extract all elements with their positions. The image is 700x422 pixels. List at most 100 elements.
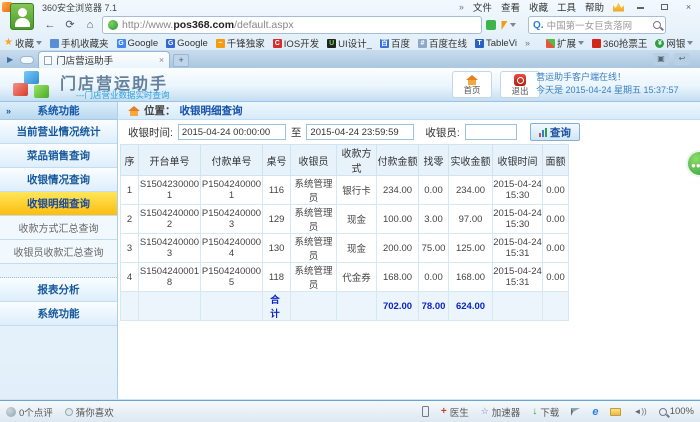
- guess-you-like-button[interactable]: 猜你喜欢: [65, 405, 114, 419]
- zoom-control[interactable]: 100%: [659, 406, 694, 417]
- ie-compat-button[interactable]: e: [592, 406, 598, 418]
- sidebar-header[interactable]: » 系统功能: [0, 102, 117, 120]
- bookmark-qianfeng[interactable]: ~千锋独家: [216, 36, 265, 50]
- breadcrumb-label: 位置：: [144, 103, 176, 118]
- sidebar-item-system[interactable]: 系统功能: [0, 302, 117, 326]
- caret-down-icon: [687, 41, 693, 45]
- site-logo-icon: [108, 20, 118, 30]
- caret-down-icon: [36, 41, 42, 45]
- folder-button[interactable]: [610, 408, 621, 416]
- status-bar: 0个点评 猜你喜欢 +医生 ☆加速器 ↓下载 e ◄)) 100%: [0, 400, 700, 422]
- table-row[interactable]: 3S15042400003P15042400004130系统管理员现金200.0…: [121, 234, 569, 263]
- col-pay-amount: 付款金额: [377, 145, 419, 176]
- new-tab-button[interactable]: +: [173, 54, 189, 67]
- bookmark-google1[interactable]: GGoogle: [117, 38, 159, 49]
- zoom-level: 100%: [670, 406, 694, 417]
- menu-tools[interactable]: 工具: [557, 0, 576, 14]
- col-open-no: 开台单号: [139, 145, 201, 176]
- toolbar-bank[interactable]: ¥网银: [655, 36, 693, 50]
- bookmark-mobile[interactable]: 手机收藏夹: [50, 36, 109, 50]
- cashier-label: 收银员:: [425, 125, 459, 140]
- puzzle-icon: [546, 39, 555, 48]
- sidebar-item-business-stats[interactable]: 当前营业情况统计: [0, 120, 117, 144]
- sidebar-item-report-analysis[interactable]: 报表分析: [0, 278, 117, 302]
- search-query-button[interactable]: 查询: [530, 123, 580, 141]
- cloud-sync-icon[interactable]: [20, 56, 34, 64]
- google-icon: G: [117, 39, 126, 48]
- menu-file[interactable]: 文件: [473, 0, 492, 14]
- table-row[interactable]: 4S15042400018P15042400005118系统管理员代金券168.…: [121, 263, 569, 292]
- avatar-head-shape: [18, 8, 27, 17]
- power-icon: [514, 74, 526, 86]
- browser-window: 360安全浏览器 7.1 » 文件 查看 收藏 工具 帮助 × ← ⟳ ⌂ ht…: [0, 0, 700, 422]
- app-exit-button[interactable]: 退出: [500, 71, 540, 98]
- tab-close-icon[interactable]: ×: [159, 55, 164, 65]
- time-from-input[interactable]: [178, 124, 286, 140]
- menu-view[interactable]: 查看: [501, 0, 520, 14]
- toolbar-extensions[interactable]: 扩展: [546, 36, 584, 50]
- doctor-button[interactable]: +医生: [441, 405, 469, 419]
- table-row[interactable]: 1S15042300001P15042400001116系统管理员银行卡234.…: [121, 176, 569, 205]
- restore-page-icon[interactable]: ↩: [674, 53, 690, 65]
- mode-dropdown-icon[interactable]: [510, 23, 516, 27]
- content-panel: 位置：收银明细查询 收银时间: 至 收银员: 查询: [118, 102, 700, 399]
- vip-crown-icon[interactable]: [613, 3, 624, 12]
- search-box[interactable]: Q. 中国第一女巨贪落网: [528, 16, 666, 34]
- col-actual: 实收金额: [449, 145, 493, 176]
- user-avatar[interactable]: [10, 3, 34, 30]
- collapse-icon[interactable]: »: [6, 106, 11, 116]
- sidebar-item-dish-sales[interactable]: 菜品销售查询: [0, 144, 117, 168]
- active-tab[interactable]: 门店营运助手 ×: [38, 51, 170, 68]
- bookmark-tablevi[interactable]: TTableVi: [475, 38, 517, 49]
- url-text: http://www.pos368.com/default.aspx: [122, 19, 294, 31]
- chevron-more-icon[interactable]: »: [459, 2, 464, 12]
- breadcrumb-home-icon: [128, 106, 140, 116]
- zoom-icon: [659, 408, 667, 416]
- bookmarks-overflow-icon[interactable]: »: [525, 38, 530, 48]
- address-bar[interactable]: http://www.pos368.com/default.aspx: [102, 16, 482, 34]
- total-actual-amount: 624.00: [449, 292, 493, 321]
- home-button[interactable]: ⌂: [82, 17, 98, 33]
- tab-list-icon[interactable]: ▶: [7, 55, 13, 64]
- bookmark-ios[interactable]: CIOS开发: [273, 36, 319, 50]
- sidebar-item-payment-summary[interactable]: 收款方式汇总查询: [0, 216, 117, 240]
- online-status-text: 营运助手客户端在线！: [536, 71, 694, 84]
- back-button[interactable]: ←: [42, 17, 58, 33]
- menu-favorites[interactable]: 收藏: [529, 0, 548, 14]
- bookmark-favorites[interactable]: ★收藏: [4, 36, 42, 50]
- booster-button[interactable]: ☆加速器: [481, 405, 521, 419]
- refresh-button[interactable]: ⟳: [62, 17, 78, 33]
- search-icon[interactable]: [653, 21, 661, 29]
- sidebar-item-cashier-summary[interactable]: 收银员收款汇总查询: [0, 240, 117, 264]
- menu-help[interactable]: 帮助: [585, 0, 604, 14]
- mobile-connect-button[interactable]: [422, 406, 429, 417]
- bookmark-baidu-online[interactable]: #百度在线: [418, 36, 467, 50]
- sidebar-item-cashier-detail[interactable]: 收银明细查询: [0, 192, 117, 216]
- app-home-button[interactable]: 首页: [452, 71, 492, 98]
- close-button[interactable]: ×: [681, 2, 696, 13]
- mute-button[interactable]: ◄)): [633, 407, 646, 416]
- cashier-input[interactable]: [465, 124, 517, 140]
- minimize-button[interactable]: [633, 2, 648, 13]
- bookmark-ui[interactable]: UUI设计_: [327, 36, 372, 50]
- flag-button[interactable]: [571, 408, 580, 416]
- col-cashier: 收银员: [291, 145, 337, 176]
- tab-bar: ▶ 门店营运助手 × + ▣ ↩: [0, 50, 700, 68]
- time-to-input[interactable]: [306, 124, 414, 140]
- hash-icon: #: [418, 39, 427, 48]
- breadcrumb: 位置：收银明细查询: [118, 102, 700, 120]
- page-snapshot-icon[interactable]: ▣: [653, 53, 669, 65]
- restore-button[interactable]: [657, 2, 672, 13]
- swoosh-icon: ~: [216, 39, 225, 48]
- toolbar-ticket[interactable]: 360抢票王: [592, 36, 647, 50]
- star-icon: ★: [4, 38, 13, 48]
- bookmark-baidu[interactable]: 百百度: [380, 36, 410, 50]
- cashier-detail-table: 序 开台单号 付款单号 桌号 收银员 收款方式 付款金额 找零 实收金额 收银时…: [120, 144, 569, 321]
- speed-mode-icon[interactable]: [499, 21, 508, 30]
- sidebar-item-cashier-status[interactable]: 收银情况查询: [0, 168, 117, 192]
- bookmark-google2[interactable]: GGoogle: [166, 38, 208, 49]
- download-button[interactable]: ↓下载: [532, 405, 559, 419]
- security-badge-icon[interactable]: [486, 20, 496, 30]
- table-row[interactable]: 2S15042400002P15042400003129系统管理员现金100.0…: [121, 205, 569, 234]
- reviews-button[interactable]: 0个点评: [6, 405, 53, 419]
